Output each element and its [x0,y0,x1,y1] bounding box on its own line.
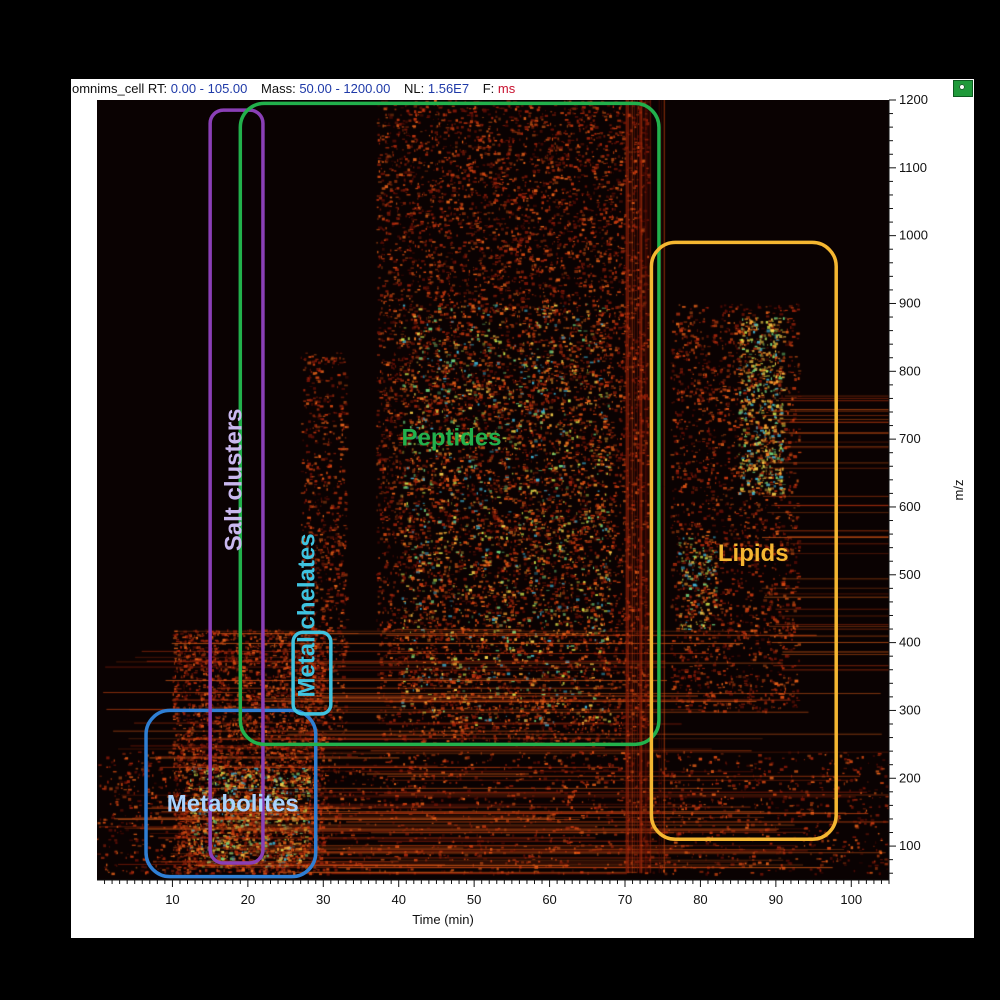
region-label-lipids: Lipids [718,540,789,567]
y-tick-label: 200 [899,770,921,785]
x-tick-label: 20 [241,892,255,907]
region-label-peptides: Peptides [401,424,501,451]
region-annotations: Metabolites Salt clusters Metal chelates Pe… [144,101,838,879]
x-tick-label: 90 [769,892,783,907]
x-tick-label: 30 [316,892,330,907]
y-tick-label: 1000 [899,228,928,243]
x-axis: 10 20 30 40 50 60 70 80 90 100 [97,879,890,907]
x-tick-label: 60 [542,892,556,907]
y-tick-label: 900 [899,295,921,310]
region-label-metal-chelates: Metal chelates [294,533,321,697]
y-tick-label: 1200 [899,92,928,107]
y-axis: 100 200 300 400 500 600 700 800 900 1000 1100 1200 [888,92,928,880]
x-tick-label: 100 [840,892,862,907]
x-axis-title: Time (min) [412,912,474,927]
y-tick-label: 700 [899,431,921,446]
y-tick-label: 500 [899,567,921,582]
y-tick-label: 600 [899,499,921,514]
x-tick-label: 70 [618,892,632,907]
x-tick-label: 80 [693,892,707,907]
x-tick-label: 50 [467,892,481,907]
y-tick-label: 400 [899,635,921,650]
y-tick-label: 100 [899,838,921,853]
y-axis-title: m/z [951,480,966,501]
y-tick-label: 800 [899,363,921,378]
x-tick-label: 40 [391,892,405,907]
chart-overlay: 10 20 30 40 50 60 70 80 90 100 100 200 300 400 500 600… [97,92,966,927]
x-tick-label: 10 [165,892,179,907]
region-label-salt-clusters: Salt clusters [220,408,247,551]
region-label-metabolites: Metabolites [167,791,299,818]
y-tick-label: 300 [899,702,921,717]
y-tick-label: 1100 [899,160,927,175]
